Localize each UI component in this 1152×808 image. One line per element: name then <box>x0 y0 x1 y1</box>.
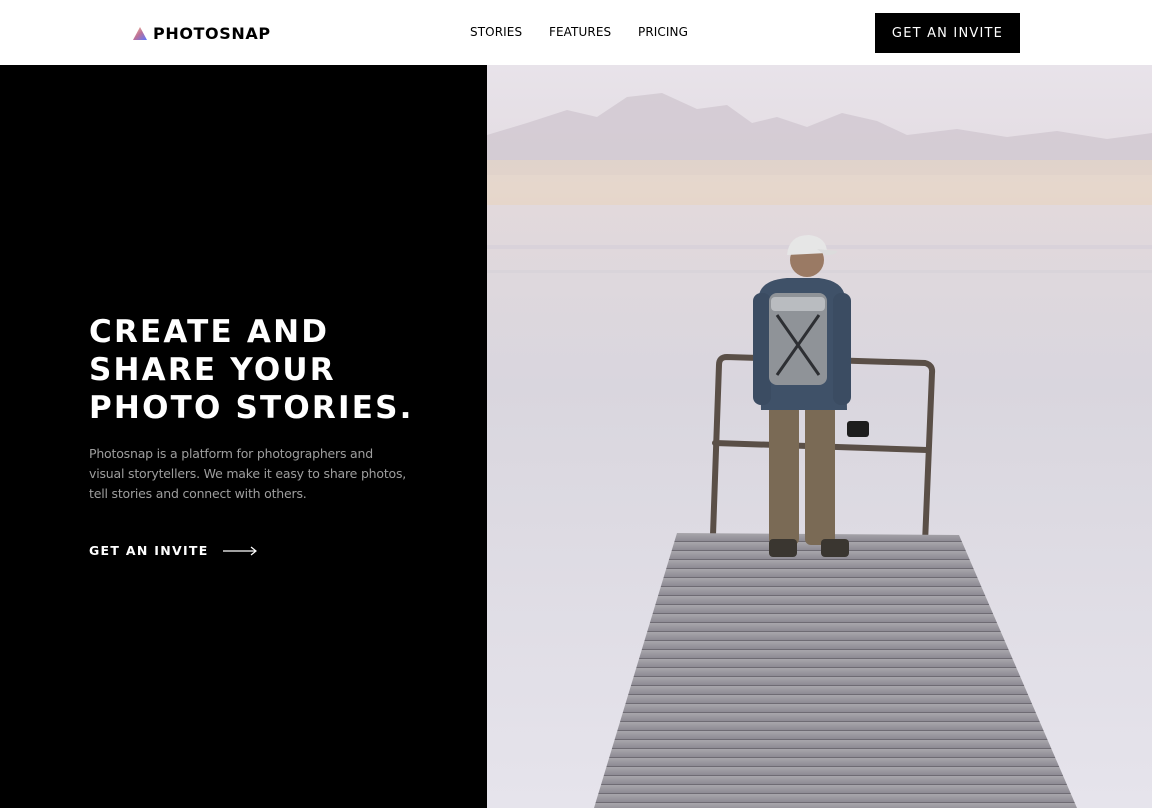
arrow-right-icon <box>222 546 257 555</box>
hero-description: Photosnap is a platform for photographer… <box>89 446 407 501</box>
hero-image <box>487 65 1152 808</box>
hero-title: CREATE AND SHARE YOUR PHOTO STORIES. <box>89 313 429 427</box>
photographer-on-pier-photo <box>487 65 1152 808</box>
brand-logo[interactable]: PHOTOSNAP <box>133 22 271 44</box>
photosnap-logo-icon <box>133 26 147 40</box>
nav-link-stories[interactable]: STORIES <box>470 24 522 40</box>
nav-link-features[interactable]: FEATURES <box>549 24 611 40</box>
nav-link-pricing[interactable]: PRICING <box>638 24 688 40</box>
hero-text-panel: CREATE AND SHARE YOUR PHOTO STORIES. Pho… <box>0 65 487 808</box>
hero-invite-link[interactable]: GET AN INVITE <box>89 543 259 558</box>
site-header: PHOTOSNAP STORIES FEATURES PRICING GET A… <box>0 0 1152 65</box>
brand-name: PHOTOSNAP <box>153 23 271 43</box>
hero-title-line: CREATE AND <box>89 314 330 350</box>
hero-title-line: SHARE YOUR <box>89 352 336 388</box>
get-invite-button[interactable]: GET AN INVITE <box>875 13 1020 53</box>
hero-title-line: PHOTO STORIES. <box>89 390 414 426</box>
hero-invite-link-label: GET AN INVITE <box>89 543 209 558</box>
